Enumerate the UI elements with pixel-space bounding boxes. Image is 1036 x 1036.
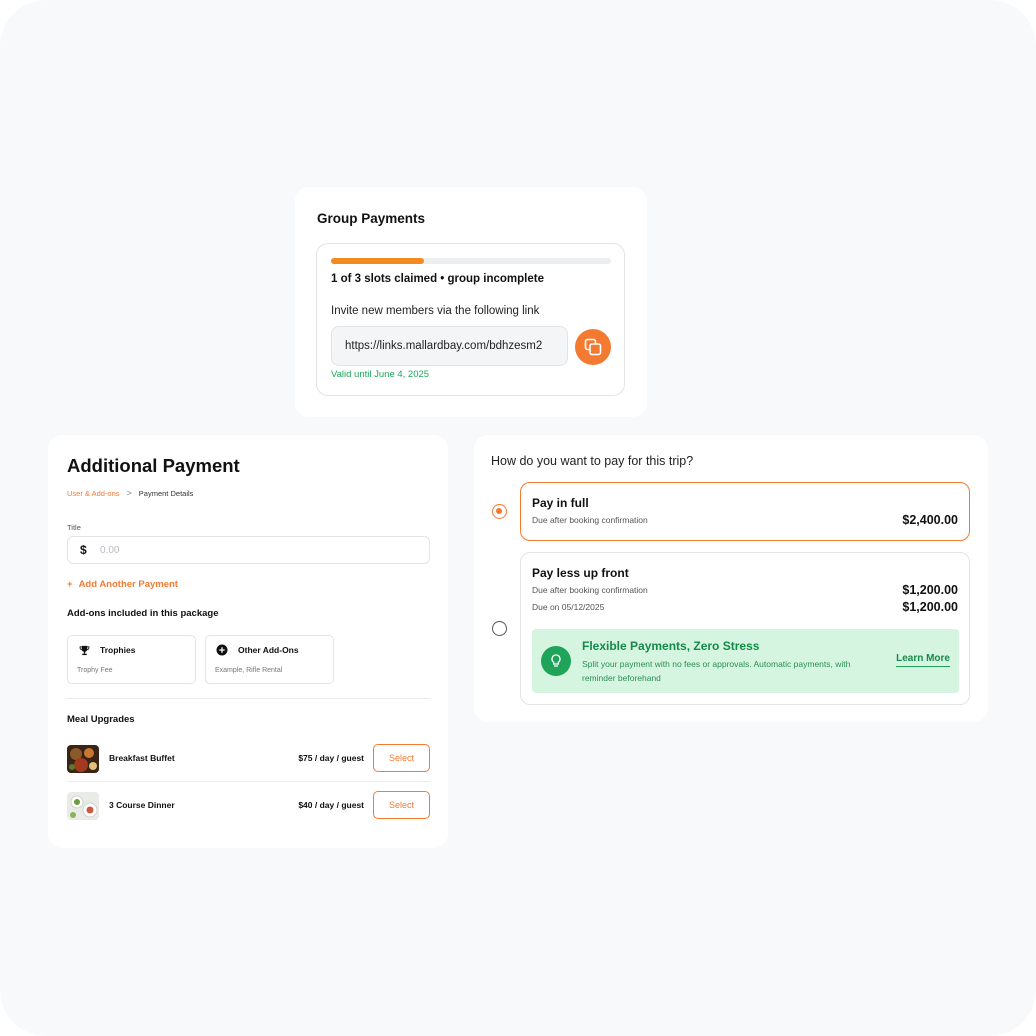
addon-other[interactable]: Other Add-Ons Example, Rifle Rental xyxy=(205,635,334,684)
additional-payment-card: Additional Payment User & Add-ons > Paym… xyxy=(48,435,448,848)
meal-upgrades-heading: Meal Upgrades xyxy=(67,714,135,725)
option-title: Pay less up front xyxy=(532,566,629,580)
copy-icon xyxy=(584,338,602,356)
meal-price: $40 / day / guest xyxy=(298,800,364,810)
option-line-2: Due on 05/12/2025 xyxy=(532,602,605,612)
chevron-right-icon: > xyxy=(126,488,132,498)
option-title: Pay in full xyxy=(532,496,589,510)
flexible-payments-title: Flexible Payments, Zero Stress xyxy=(582,639,760,653)
select-dinner-button[interactable]: Select xyxy=(373,791,430,819)
meal-row-breakfast: Breakfast Buffet $75 / day / guest Selec… xyxy=(67,744,430,774)
divider xyxy=(67,781,430,782)
page-title: Additional Payment xyxy=(67,455,240,476)
slots-progress-bar xyxy=(331,258,611,264)
group-payments-card: Group Payments 1 of 3 slots claimed • gr… xyxy=(295,187,647,417)
breadcrumb: User & Add-ons > Payment Details xyxy=(67,488,193,498)
addon-subtitle: Example, Rifle Rental xyxy=(215,667,283,674)
flexible-payments-banner: Flexible Payments, Zero Stress Split you… xyxy=(532,629,959,693)
canvas: Group Payments 1 of 3 slots claimed • gr… xyxy=(0,0,1036,1036)
title-field-label: Title xyxy=(67,523,81,532)
meal-row-dinner: 3 Course Dinner $40 / day / guest Select xyxy=(67,791,430,821)
addons-heading: Add-ons included in this package xyxy=(67,608,219,619)
addon-trophies[interactable]: Trophies Trophy Fee xyxy=(67,635,196,684)
addon-title: Other Add-Ons xyxy=(238,645,299,655)
amount-input[interactable]: $ 0.00 xyxy=(67,536,430,564)
option-line-1: Due after booking confirmation xyxy=(532,585,648,595)
breadcrumb-payment-details: Payment Details xyxy=(138,488,194,498)
breakfast-buffet-image xyxy=(67,745,99,773)
pay-partial-radio[interactable] xyxy=(492,621,507,636)
plus-circle-icon xyxy=(216,644,228,656)
option-amount-1: $1,200.00 xyxy=(902,583,958,597)
invite-link-field[interactable]: https://links.mallardbay.com/bdhzesm2 xyxy=(331,326,568,366)
option-amount: $2,400.00 xyxy=(902,513,958,527)
add-another-payment-button[interactable]: + Add Another Payment xyxy=(67,579,178,590)
option-subtitle: Due after booking confirmation xyxy=(532,515,648,525)
add-another-payment-label: Add Another Payment xyxy=(78,579,178,590)
group-payments-panel: 1 of 3 slots claimed • group incomplete … xyxy=(316,243,625,396)
pay-options-card: How do you want to pay for this trip? Pa… xyxy=(474,435,988,722)
meal-name: 3 Course Dinner xyxy=(109,800,175,810)
lightbulb-icon xyxy=(541,646,571,676)
pay-full-radio[interactable] xyxy=(492,504,507,519)
addon-subtitle: Trophy Fee xyxy=(77,667,113,674)
slots-status: 1 of 3 slots claimed • group incomplete xyxy=(331,273,544,285)
pay-full-option[interactable]: Pay in full Due after booking confirmati… xyxy=(520,482,970,541)
divider xyxy=(67,698,430,699)
group-payments-title: Group Payments xyxy=(317,211,426,226)
trophy-icon xyxy=(78,644,90,656)
course-dinner-image xyxy=(67,792,99,820)
meal-price: $75 / day / guest xyxy=(298,753,364,763)
dollar-icon: $ xyxy=(80,543,87,557)
select-breakfast-button[interactable]: Select xyxy=(373,744,430,772)
addon-title: Trophies xyxy=(100,645,136,655)
slots-progress-fill xyxy=(331,258,425,264)
invite-text: Invite new members via the following lin… xyxy=(331,305,540,317)
amount-placeholder: 0.00 xyxy=(100,545,120,556)
copy-link-button[interactable] xyxy=(575,329,611,365)
plus-icon: + xyxy=(67,579,73,590)
link-valid-until: Valid until June 4, 2025 xyxy=(331,369,430,380)
option-amount-2: $1,200.00 xyxy=(902,600,958,614)
breadcrumb-user-addons[interactable]: User & Add-ons xyxy=(67,489,120,498)
flexible-payments-description: Split your payment with no fees or appro… xyxy=(582,659,851,683)
meal-name: Breakfast Buffet xyxy=(109,753,175,763)
pay-question: How do you want to pay for this trip? xyxy=(491,454,694,468)
pay-partial-option[interactable]: Pay less up front Due after booking conf… xyxy=(520,552,970,705)
learn-more-link[interactable]: Learn More xyxy=(896,653,950,667)
